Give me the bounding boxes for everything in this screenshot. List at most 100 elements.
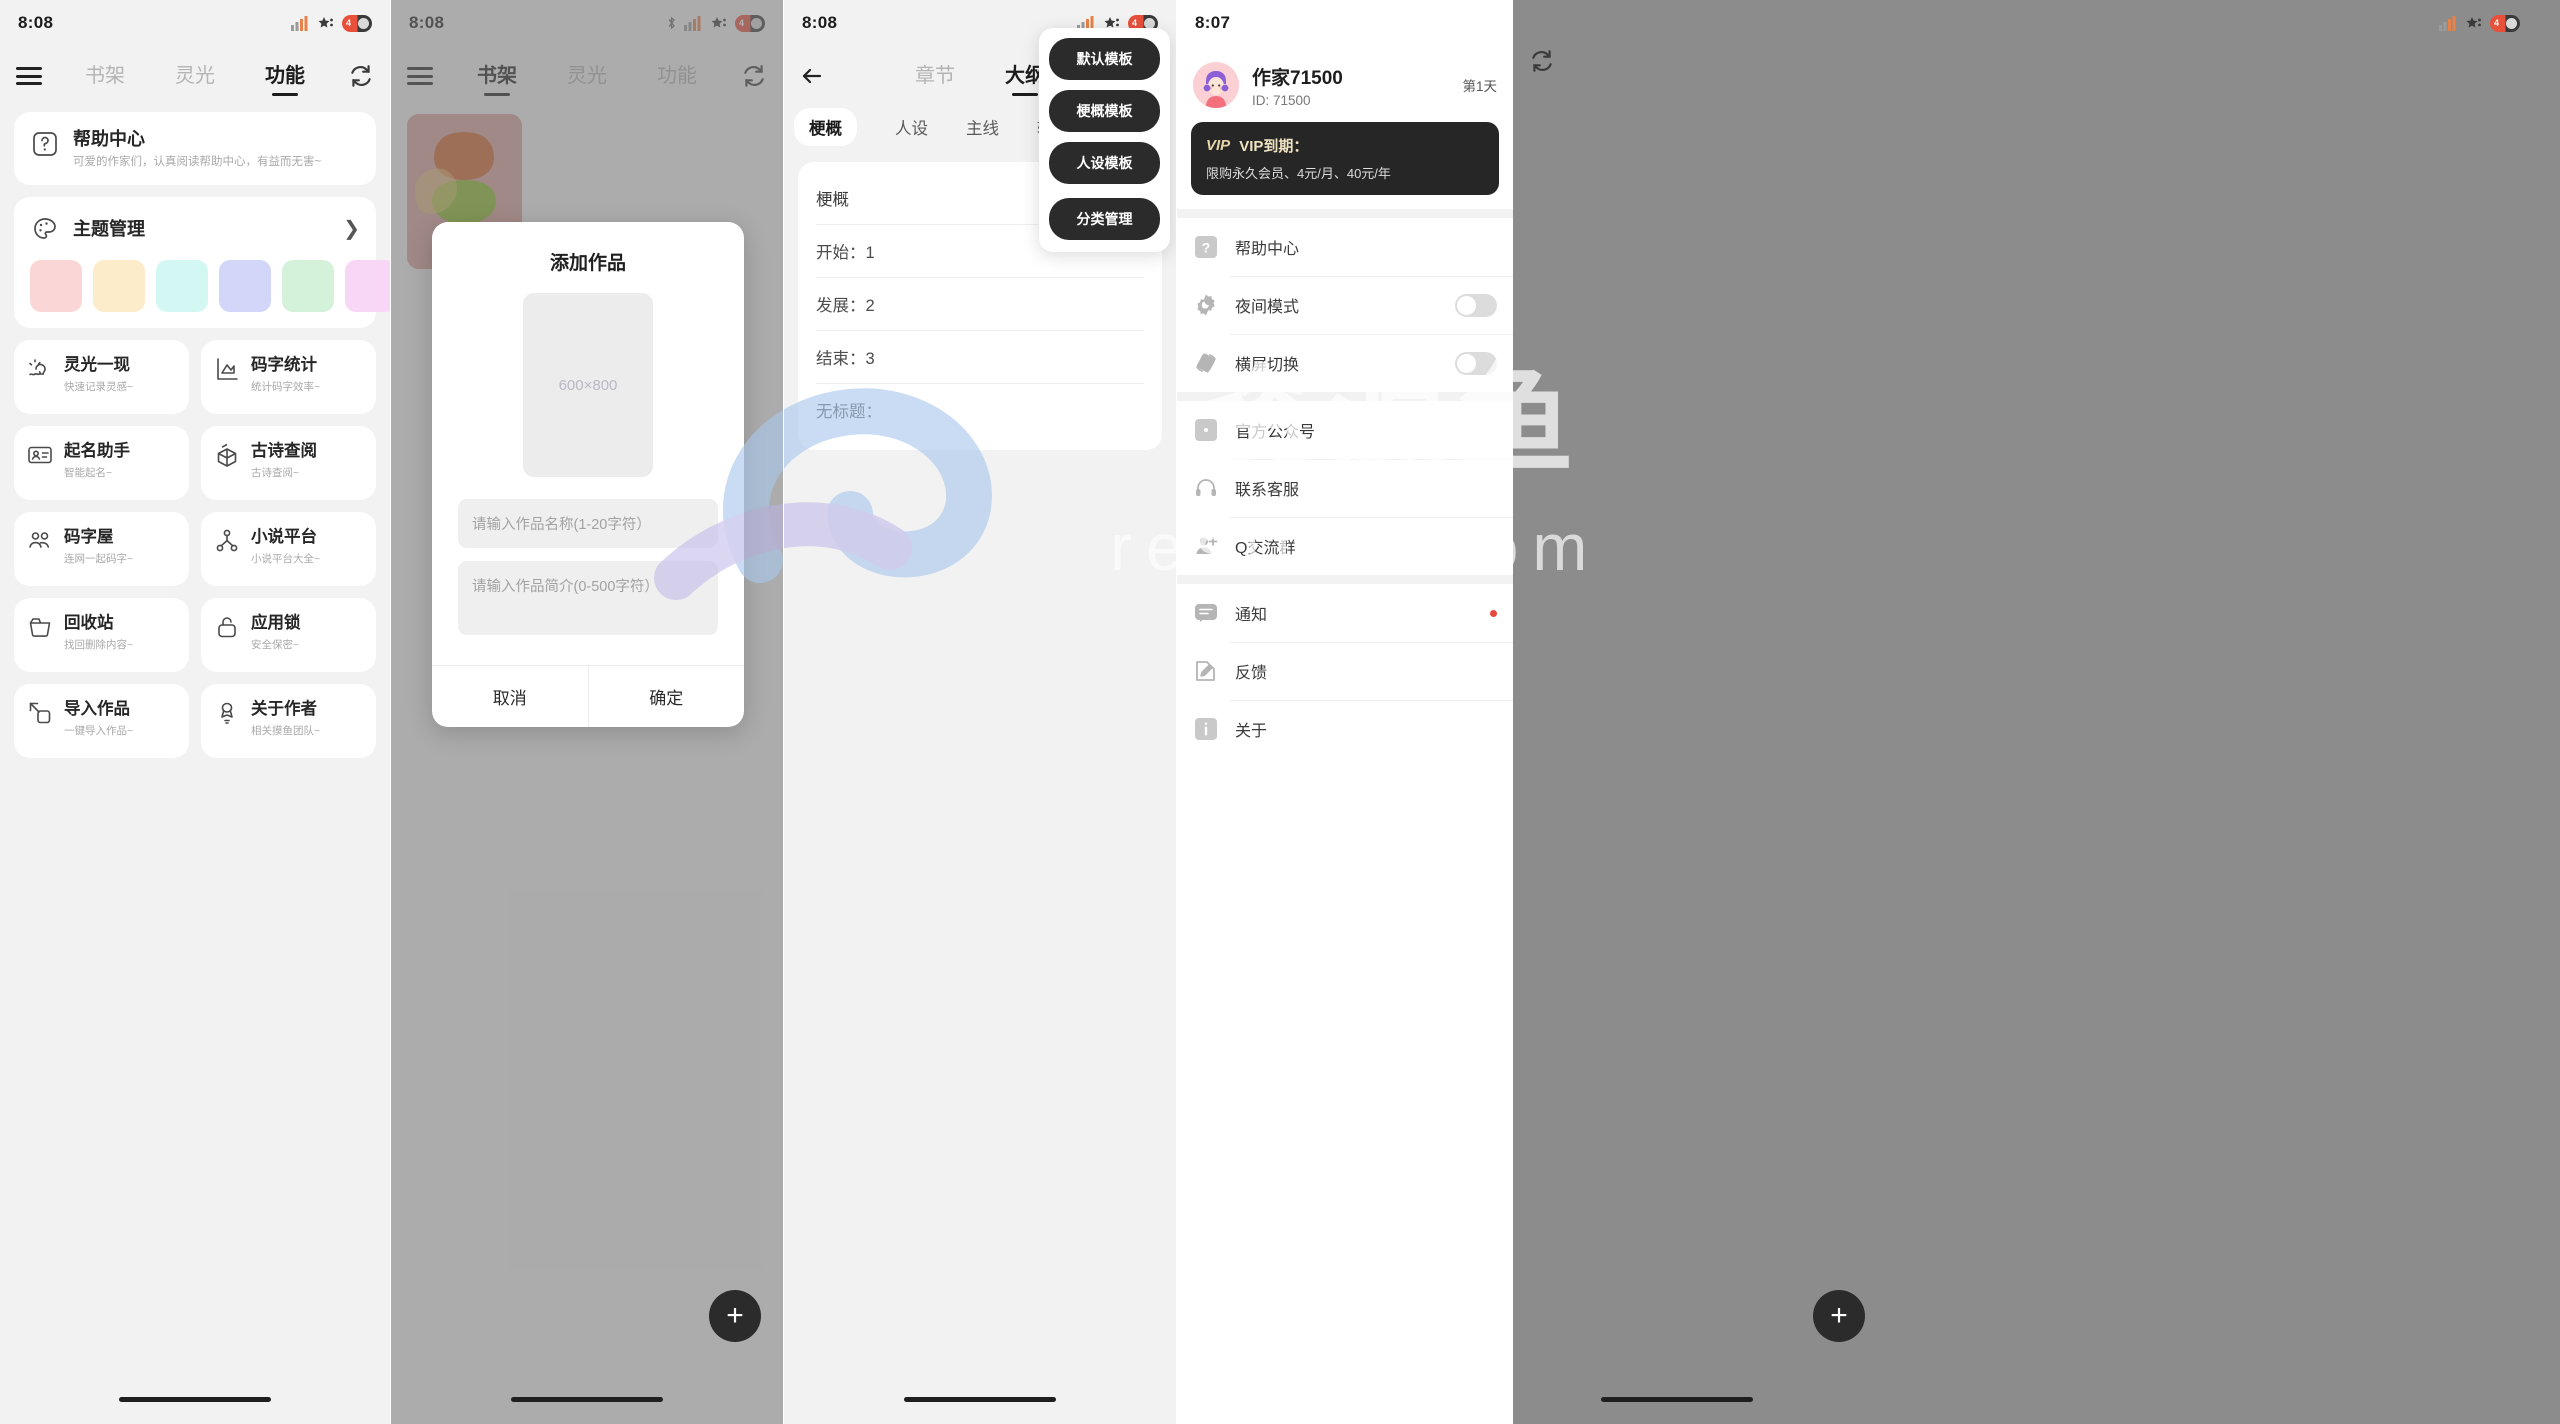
outline-row[interactable]: 无标题： [816,384,1144,436]
theme-swatch[interactable] [156,260,208,313]
work-name-input[interactable]: 请输入作品名称(1-20字符） [458,499,718,548]
feature-title: 古诗查阅 [251,442,317,461]
svg-text:?: ? [1202,240,1211,256]
setting-feedback[interactable]: 反馈 [1177,642,1513,700]
tab-bookshelf[interactable]: 书架 [85,59,125,94]
cancel-button[interactable]: 取消 [432,666,588,727]
book-search-icon [217,444,237,468]
feature-poetry-lookup[interactable]: 古诗查阅 古诗查阅~ [201,426,376,501]
arrow-left-icon[interactable] [800,64,824,88]
feature-subtitle: 连网一起码字~ [64,552,134,565]
menu-item-summary-template[interactable]: 梗概模板 [1049,90,1160,132]
feature-title: 关于作者 [251,700,317,719]
avatar[interactable] [1193,62,1239,108]
settings-drawer: 8:07 作家71500 ID: 71500 第1天 VIP VIP到期： 限购… [1177,0,1513,1424]
screenshot-stage: 8:08 4 书架 灵光 功能 帮助中心 可爱的作家们，认真阅读帮助中心，有益而… [0,0,2560,1424]
question-box-icon: ? [1195,236,1217,258]
setting-night-mode[interactable]: 夜间模式 [1177,276,1513,334]
setting-qq-group[interactable]: Q交流群 [1177,517,1513,575]
settings-group-2: 官方公众号 联系客服 Q交流群 [1177,392,1513,575]
theme-swatch[interactable] [282,260,334,313]
refresh-icon[interactable] [348,63,374,89]
share-nodes-icon [216,529,238,552]
card-title: 主题管理 [73,218,145,239]
rotate-screen-icon [1196,353,1216,373]
setting-contact-support[interactable]: 联系客服 [1177,459,1513,517]
add-fab[interactable]: + [1813,1290,1865,1342]
add-work-fab[interactable]: + [709,1290,761,1342]
battery-icon: 4 [342,14,372,32]
feature-novel-platforms[interactable]: 小说平台 小说平台大全~ [201,512,376,587]
top-nav: 书架 灵光 功能 [0,46,390,106]
setting-notifications[interactable]: 通知 [1177,584,1513,642]
setting-label: 官方公众号 [1235,424,1316,441]
hamburger-icon[interactable] [16,67,42,85]
dialog-actions: 取消 确定 [432,665,744,727]
theme-swatch[interactable] [93,260,145,313]
home-indicator [1601,1397,1753,1402]
outline-row[interactable]: 发展：2 [816,278,1144,331]
segment-characters[interactable]: 人设 [895,115,928,139]
signal-icon [2439,15,2456,31]
feature-import-works[interactable]: 导入作品 一键导入作品~ [14,684,189,759]
gear-moon-icon [1197,294,1215,316]
card-theme-management[interactable]: 主题管理 ❯ [14,197,390,329]
wechat-official-icon [1195,419,1217,441]
tab-inspiration[interactable]: 灵光 [175,59,215,94]
nav-tabs: 书架 灵光 功能 [42,59,348,94]
menu-item-category-management[interactable]: 分类管理 [1049,198,1160,240]
info-icon [1195,718,1217,740]
setting-label: 帮助中心 [1235,241,1300,258]
confirm-button[interactable]: 确定 [587,666,745,727]
theme-swatch[interactable] [345,260,390,313]
outline-row[interactable]: 结束：3 [816,331,1144,384]
feature-title: 导入作品 [64,700,130,719]
phone-panel-outline: 8:08 4 章节 大纲 梗概 人设 主线 梗概 开始：1 发展：2 结束：3 … [784,0,1176,1424]
profile-header[interactable]: 作家71500 ID: 71500 第1天 [1177,46,1513,122]
work-name-placeholder: 请输入作品名称(1-20字符） [472,517,651,533]
user-avatar-illustration [1193,62,1239,108]
home-indicator [904,1397,1056,1402]
refresh-icon[interactable] [1529,48,1555,74]
user-plus-icon [1196,537,1218,554]
tab-chapters[interactable]: 章节 [915,59,955,94]
theme-swatch[interactable] [219,260,271,313]
question-box-icon [33,132,57,156]
setting-landscape-toggle[interactable]: 横屏切换 [1177,334,1513,392]
feature-recycle-bin[interactable]: 回收站 找回删除内容~ [14,598,189,673]
chevron-right-icon[interactable]: ❯ [343,219,360,239]
work-intro-input[interactable]: 请输入作品简介(0-500字符） [458,561,718,635]
vip-title: VIP到期： [1239,138,1309,155]
vip-banner[interactable]: VIP VIP到期： 限购永久会员、4元/月、40元/年 [1191,122,1499,195]
night-mode-toggle[interactable] [1455,293,1497,317]
feature-about-author[interactable]: 关于作者 相关摸鱼团队~ [201,684,376,759]
feature-app-lock[interactable]: 应用锁 安全保密~ [201,598,376,673]
feature-subtitle: 古诗查阅~ [251,466,300,479]
feature-list: 帮助中心 可爱的作家们，认真阅读帮助中心，有益而无害~ 主题管理 ❯ 灵光一现 … [0,106,390,759]
menu-item-default-template[interactable]: 默认模板 [1049,38,1160,80]
signal-icon [291,15,308,31]
import-icon [29,702,51,724]
setting-official-account[interactable]: 官方公众号 [1177,401,1513,459]
cover-upload-box[interactable]: 600×800 [523,293,653,477]
feature-word-stats[interactable]: 码字统计 统计码字效率~ [201,340,376,415]
vip-subtitle: 限购永久会员、4元/月、40元/年 [1206,166,1391,181]
feature-title: 回收站 [64,614,114,633]
setting-help-center[interactable]: ? 帮助中心 [1177,218,1513,276]
status-time: 8:08 [802,13,838,32]
segment-summary[interactable]: 梗概 [794,108,857,146]
setting-about[interactable]: 关于 [1177,700,1513,758]
status-bar: 8:08 4 [0,0,390,46]
tab-functions[interactable]: 功能 [265,59,305,94]
feature-naming-helper[interactable]: 起名助手 智能起名~ [14,426,189,501]
theme-swatch[interactable] [30,260,82,313]
feature-title: 小说平台 [251,528,317,547]
landscape-toggle[interactable] [1455,351,1497,375]
feature-inspiration[interactable]: 灵光一现 快速记录灵感~ [14,340,189,415]
phone-panel-profile-drawer: 4 + 8:07 作家71500 ID: 71500 第1天 VIP VIP到期… [1177,0,2560,1424]
feature-writing-room[interactable]: 码字屋 连网一起码字~ [14,512,189,587]
segment-mainline[interactable]: 主线 [966,115,999,139]
card-help-center[interactable]: 帮助中心 可爱的作家们，认真阅读帮助中心，有益而无害~ [14,112,376,186]
menu-item-character-template[interactable]: 人设模板 [1049,142,1160,184]
chart-stats-icon [217,358,238,381]
